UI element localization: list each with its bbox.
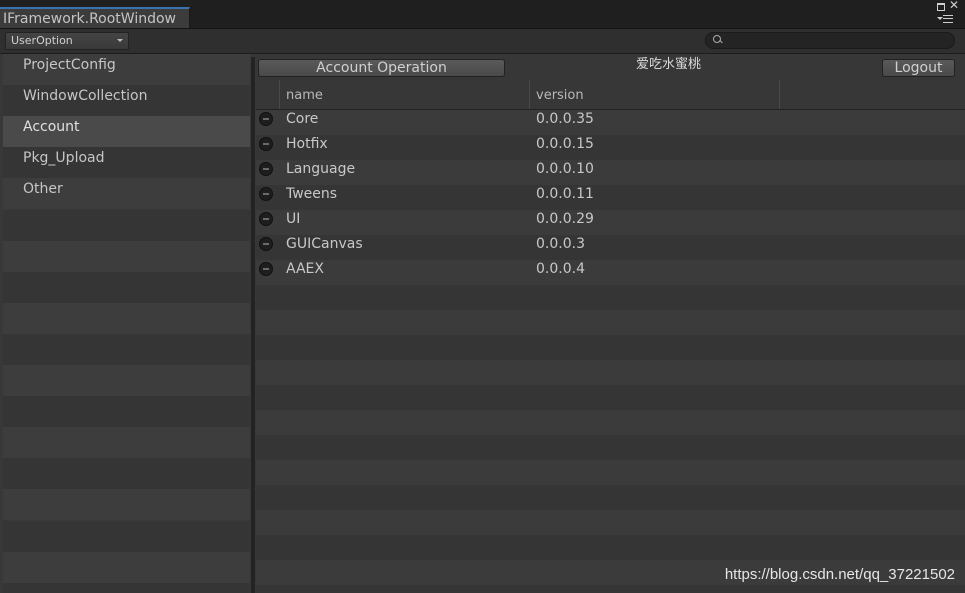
sidebar-item-label: Pkg_Upload	[23, 150, 105, 167]
tab-bar: IFramework.RootWindow ✕	[0, 0, 965, 29]
table-row[interactable]: GUICanvas 0.0.0.3	[256, 235, 965, 260]
search-input[interactable]	[726, 33, 946, 48]
remove-icon[interactable]	[259, 262, 273, 276]
sidebar-empty-row	[3, 302, 250, 334]
table-empty-row	[256, 460, 965, 485]
sidebar-empty-row	[3, 520, 250, 552]
sidebar-item-other[interactable]: Other	[3, 178, 250, 210]
remove-icon[interactable]	[259, 212, 273, 226]
remove-icon[interactable]	[259, 162, 273, 176]
package-name: GUICanvas	[286, 236, 363, 252]
package-name: Tweens	[286, 186, 338, 202]
sidebar-item-account[interactable]: Account	[3, 116, 250, 148]
sidebar-item-label: WindowCollection	[23, 88, 148, 105]
table-header: name version	[256, 80, 965, 110]
main-panel: Account Operation 爱吃水蜜桃 Logout name vers…	[256, 54, 965, 593]
table-row[interactable]: Core 0.0.0.35	[256, 110, 965, 135]
remove-icon[interactable]	[259, 112, 273, 126]
table-empty-row	[256, 285, 965, 310]
sidebar-empty-row	[3, 240, 250, 272]
table-empty-row	[256, 535, 965, 560]
search-icon	[713, 35, 723, 44]
sidebar-item-label: Account	[23, 119, 80, 136]
package-name: Hotfix	[286, 136, 328, 152]
account-operation-button[interactable]: Account Operation	[258, 59, 505, 77]
remove-icon[interactable]	[259, 237, 273, 251]
logout-button[interactable]: Logout	[882, 59, 955, 77]
splitter[interactable]	[251, 57, 255, 593]
package-version: 0.0.0.15	[536, 136, 594, 152]
root-window: IFramework.RootWindow ✕ UserOption Proje…	[0, 0, 965, 593]
dropdown-value: UserOption	[11, 34, 73, 47]
sidebar-item-projectconfig[interactable]: ProjectConfig	[3, 54, 250, 85]
sidebar-item-label: Other	[23, 181, 63, 198]
sidebar-empty-row	[3, 489, 250, 521]
remove-icon[interactable]	[259, 137, 273, 151]
close-icon[interactable]: ✕	[949, 0, 959, 11]
column-header-name[interactable]: name	[279, 80, 529, 109]
sidebar-empty-row	[3, 333, 250, 365]
chevron-down-icon	[117, 39, 123, 42]
remove-icon[interactable]	[259, 187, 273, 201]
table-empty-row	[256, 585, 965, 593]
table-row[interactable]: Language 0.0.0.10	[256, 160, 965, 185]
window-controls: ✕	[937, 0, 959, 24]
table-row[interactable]: Hotfix 0.0.0.15	[256, 135, 965, 160]
table-empty-row	[256, 510, 965, 535]
search-box[interactable]	[705, 32, 955, 49]
table-empty-row	[256, 385, 965, 410]
package-version: 0.0.0.10	[536, 161, 594, 177]
package-table: Core 0.0.0.35 Hotfix 0.0.0.15 Language 0.0.0.…	[256, 110, 965, 593]
table-row[interactable]: UI 0.0.0.29	[256, 210, 965, 235]
table-empty-row	[256, 335, 965, 360]
package-version: 0.0.0.4	[536, 261, 585, 277]
sidebar-empty-row	[3, 551, 250, 583]
sidebar-item-pkg-upload[interactable]: Pkg_Upload	[3, 147, 250, 179]
package-name: Language	[286, 161, 356, 177]
sidebar-empty-row	[3, 396, 250, 428]
username-label: 爱吃水蜜桃	[636, 57, 702, 72]
menu-icon[interactable]	[937, 14, 959, 24]
watermark: https://blog.csdn.net/qq_37221502	[724, 566, 955, 583]
table-empty-row	[256, 310, 965, 335]
table-empty-row	[256, 435, 965, 460]
column-header-empty	[779, 80, 965, 109]
sidebar-item-label: ProjectConfig	[23, 57, 116, 73]
sidebar-item-windowcollection[interactable]: WindowCollection	[3, 85, 250, 117]
sidebar-empty-row	[3, 427, 250, 459]
package-version: 0.0.0.29	[536, 211, 594, 227]
package-name: AAEX	[286, 261, 324, 277]
sidebar-empty-row	[3, 582, 250, 593]
table-empty-row	[256, 360, 965, 385]
maximize-icon[interactable]	[937, 3, 945, 11]
package-name: UI	[286, 211, 301, 227]
tab-root-window[interactable]: IFramework.RootWindow	[0, 7, 190, 28]
package-version: 0.0.0.35	[536, 111, 594, 127]
table-row[interactable]: AAEX 0.0.0.4	[256, 260, 965, 285]
sidebar-empty-row	[3, 365, 250, 396]
sidebar-empty-row	[3, 209, 250, 241]
toolbar: UserOption	[0, 29, 965, 54]
package-version: 0.0.0.11	[536, 186, 594, 202]
sidebar-empty-row	[3, 271, 250, 303]
package-name: Core	[286, 111, 319, 127]
table-row[interactable]: Tweens 0.0.0.11	[256, 185, 965, 210]
sidebar: ProjectConfig WindowCollection Account Pkg_…	[3, 54, 250, 593]
table-empty-row	[256, 485, 965, 510]
column-header-version[interactable]: version	[529, 80, 779, 109]
user-option-dropdown[interactable]: UserOption	[5, 32, 129, 50]
package-version: 0.0.0.3	[536, 236, 585, 252]
sidebar-empty-row	[3, 458, 250, 490]
table-empty-row	[256, 410, 965, 435]
